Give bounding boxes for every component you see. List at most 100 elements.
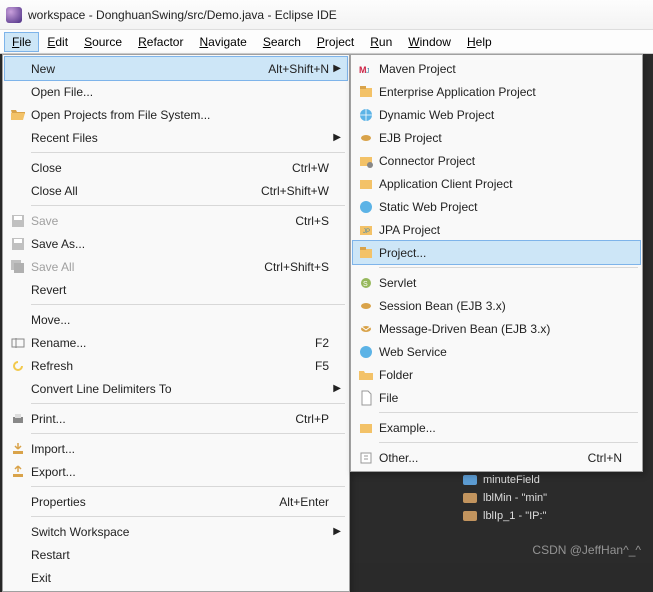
menu-edit[interactable]: Edit xyxy=(39,32,76,52)
menu-item-exit[interactable]: Exit xyxy=(5,566,347,589)
menu-item-maven-project[interactable]: MJ Maven Project xyxy=(353,57,640,80)
menu-item-other[interactable]: Other... Ctrl+N xyxy=(353,446,640,469)
separator xyxy=(31,433,345,434)
menu-source[interactable]: Source xyxy=(76,32,130,52)
menu-item-new[interactable]: New Alt+Shift+N ▶ xyxy=(5,57,347,80)
menu-item-file[interactable]: File xyxy=(353,386,640,409)
app-client-icon xyxy=(358,176,374,192)
menu-item-web-service[interactable]: Web Service xyxy=(353,340,640,363)
menu-item-rename[interactable]: Rename... F2 xyxy=(5,331,347,354)
menu-item-ejb-project[interactable]: EJB Project xyxy=(353,126,640,149)
menu-run[interactable]: Run xyxy=(362,32,400,52)
menu-item-refresh[interactable]: Refresh F5 xyxy=(5,354,347,377)
watermark: CSDN @JeffHan^_^ xyxy=(532,543,641,557)
window-title: workspace - DonghuanSwing/src/Demo.java … xyxy=(28,8,337,22)
separator xyxy=(31,304,345,305)
servlet-icon: S xyxy=(358,275,374,291)
svg-text:S: S xyxy=(363,281,368,288)
menu-item-folder[interactable]: Folder xyxy=(353,363,640,386)
menu-item-import[interactable]: Import... xyxy=(5,437,347,460)
menu-item-close-all[interactable]: Close All Ctrl+Shift+W xyxy=(5,179,347,202)
separator xyxy=(31,403,345,404)
separator xyxy=(379,412,638,413)
outline-node[interactable]: lblIp_1 - "IP:" xyxy=(445,507,645,525)
enterprise-icon xyxy=(358,84,374,100)
new-submenu: MJ Maven Project Enterprise Application … xyxy=(350,54,643,472)
folder-open-icon xyxy=(10,107,26,123)
svg-text:J: J xyxy=(366,68,370,75)
menu-item-static-web-project[interactable]: Static Web Project xyxy=(353,195,640,218)
menu-item-revert[interactable]: Revert xyxy=(5,278,347,301)
menu-item-save-as[interactable]: Save As... xyxy=(5,232,347,255)
label-icon xyxy=(463,493,477,503)
connector-icon xyxy=(358,153,374,169)
menu-item-example[interactable]: Example... xyxy=(353,416,640,439)
menu-item-servlet[interactable]: S Servlet xyxy=(353,271,640,294)
textfield-icon xyxy=(463,475,477,485)
message-bean-icon xyxy=(358,321,374,337)
web-service-icon xyxy=(358,344,374,360)
menu-project[interactable]: Project xyxy=(309,32,362,52)
menu-item-open-projects[interactable]: Open Projects from File System... xyxy=(5,103,347,126)
static-web-icon xyxy=(358,199,374,215)
outline-node[interactable]: lblMin - "min" xyxy=(445,489,645,507)
rename-icon xyxy=(10,335,26,351)
outline-node[interactable]: minuteField xyxy=(445,471,645,489)
menu-search[interactable]: Search xyxy=(255,32,309,52)
svg-text:JP: JP xyxy=(363,229,370,235)
refresh-icon xyxy=(10,358,26,374)
separator xyxy=(31,486,345,487)
chevron-right-icon: ▶ xyxy=(333,383,341,394)
menu-item-properties[interactable]: Properties Alt+Enter xyxy=(5,490,347,513)
menu-item-move[interactable]: Move... xyxy=(5,308,347,331)
menu-item-print[interactable]: Print... Ctrl+P xyxy=(5,407,347,430)
menu-item-connector-project[interactable]: Connector Project xyxy=(353,149,640,172)
import-icon xyxy=(10,441,26,457)
menu-item-recent-files[interactable]: Recent Files ▶ xyxy=(5,126,347,149)
menu-item-session-bean[interactable]: Session Bean (EJB 3.x) xyxy=(353,294,640,317)
menu-item-convert-delimiters[interactable]: Convert Line Delimiters To ▶ xyxy=(5,377,347,400)
menu-navigate[interactable]: Navigate xyxy=(191,32,254,52)
separator xyxy=(31,152,345,153)
file-menu: New Alt+Shift+N ▶ Open File... Open Proj… xyxy=(2,54,350,592)
jpa-icon: JP xyxy=(358,222,374,238)
menu-item-save: Save Ctrl+S xyxy=(5,209,347,232)
eclipse-icon xyxy=(6,7,22,23)
chevron-right-icon: ▶ xyxy=(333,63,341,74)
separator xyxy=(379,267,638,268)
menu-help[interactable]: Help xyxy=(459,32,500,52)
menu-item-dynamic-web-project[interactable]: Dynamic Web Project xyxy=(353,103,640,126)
menu-item-open-file[interactable]: Open File... xyxy=(5,80,347,103)
menu-item-close[interactable]: Close Ctrl+W xyxy=(5,156,347,179)
print-icon xyxy=(10,411,26,427)
globe-icon xyxy=(358,107,374,123)
menu-refactor[interactable]: Refactor xyxy=(130,32,191,52)
save-all-icon xyxy=(10,259,26,275)
chevron-right-icon: ▶ xyxy=(333,526,341,537)
save-as-icon xyxy=(10,236,26,252)
menu-item-export[interactable]: Export... xyxy=(5,460,347,483)
separator xyxy=(31,516,345,517)
maven-icon: MJ xyxy=(358,61,374,77)
file-icon xyxy=(358,390,374,406)
example-icon xyxy=(358,420,374,436)
project-icon xyxy=(358,245,374,261)
window-titlebar: workspace - DonghuanSwing/src/Demo.java … xyxy=(0,0,653,30)
separator xyxy=(31,205,345,206)
separator xyxy=(379,442,638,443)
session-bean-icon xyxy=(358,298,374,314)
menu-file[interactable]: File xyxy=(4,32,39,52)
bean-icon xyxy=(358,130,374,146)
menu-item-switch-workspace[interactable]: Switch Workspace ▶ xyxy=(5,520,347,543)
wizard-icon xyxy=(358,450,374,466)
menu-item-app-client-project[interactable]: Application Client Project xyxy=(353,172,640,195)
menu-item-jpa-project[interactable]: JP JPA Project xyxy=(353,218,640,241)
chevron-right-icon: ▶ xyxy=(333,132,341,143)
menu-item-project[interactable]: Project... xyxy=(353,241,640,264)
menu-window[interactable]: Window xyxy=(400,32,459,52)
save-icon xyxy=(10,213,26,229)
label-icon xyxy=(463,511,477,521)
menu-item-enterprise-project[interactable]: Enterprise Application Project xyxy=(353,80,640,103)
menu-item-message-bean[interactable]: Message-Driven Bean (EJB 3.x) xyxy=(353,317,640,340)
menu-item-save-all: Save All Ctrl+Shift+S xyxy=(5,255,347,278)
